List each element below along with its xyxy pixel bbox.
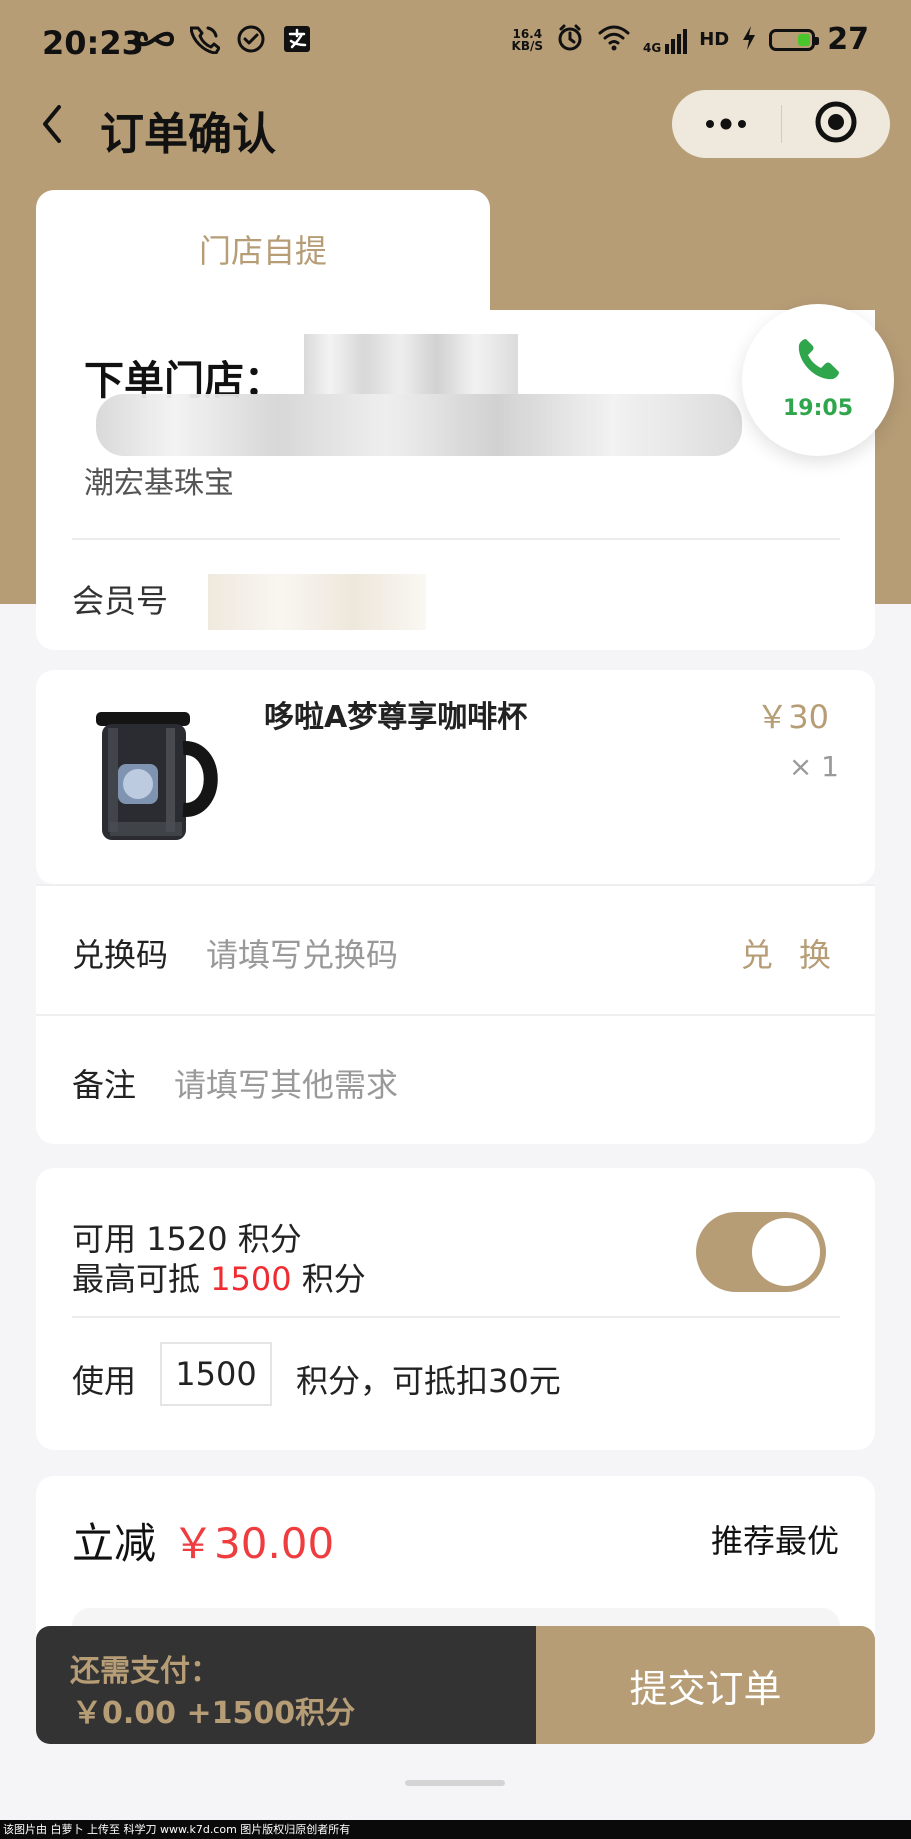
points-divider [72,1316,840,1318]
redacted-store-address-line-1 [304,334,518,394]
tab-store-pickup-label: 门店自提 [198,232,327,270]
target-icon [814,100,858,148]
payment-app-icon [282,24,312,58]
coffee-cup-image [84,706,230,850]
home-indicator[interactable] [405,1780,505,1786]
points-toggle[interactable] [696,1212,826,1292]
redeem-button[interactable]: 兑 换 [741,930,839,976]
battery-fill [798,33,811,46]
call-icon [189,24,221,58]
more-icon [704,115,748,134]
product-quantity: × 1 [788,750,839,783]
max-points-prefix: 最高可抵 [72,1260,201,1298]
network-type: 4G [643,40,662,55]
close-mini-program-button[interactable] [782,90,891,158]
chevron-left-icon [39,103,65,149]
phone-time: 19:05 [782,396,854,421]
page-title: 订单确认 [100,109,276,160]
store-divider [72,538,840,540]
checkout-bar: 还需支付： ￥0.00 +1500积分 提交订单 [36,1626,875,1744]
points-use-suffix: 积分，可抵扣30元 [296,1362,561,1400]
product-price: ￥30 [756,698,829,736]
hd-icon: HD [699,29,730,50]
navigation-bar: 订单确认 [0,88,911,164]
back-button[interactable] [36,102,68,150]
max-points-text: 最高可抵 1500 积分 [72,1254,366,1300]
remark-card [36,1016,875,1144]
battery-icon [769,28,820,51]
recommend-best-button[interactable]: 推荐最优 [711,1516,839,1562]
signal-bar-2 [671,38,676,54]
points-use-label: 使用 [72,1362,137,1400]
payment-amount: ￥0.00 +1500积分 [72,1696,356,1731]
redeem-code-label: 兑换码 [72,936,169,974]
status-left-icons [135,24,312,58]
points-input[interactable]: 1500 [160,1342,272,1406]
discount-label: 立减 [72,1519,157,1568]
remark-input[interactable]: 请填写其他需求 [174,1060,398,1106]
submit-order-button[interactable]: 提交订单 [536,1626,875,1744]
battery-level: 27 [827,22,869,57]
member-label: 会员号 [72,582,169,620]
signal-bar-1 [665,43,670,54]
charging-icon [741,25,757,55]
more-button[interactable] [672,90,781,158]
footer-note: 该图片由 白萝卜 上传至 科学刀 www.k7d.com 图片版权归原创者所有 [0,1820,911,1839]
payment-label: 还需支付： [70,1654,220,1689]
redacted-member-number [208,574,426,630]
alarm-icon [555,23,585,57]
cell-signal: 4G [643,26,688,55]
available-points-prefix: 可用 [72,1220,137,1258]
network-speed-top: 16.4 [512,26,543,41]
infinity-icon [135,28,175,54]
check-circle-icon [236,24,266,58]
max-points-suffix: 积分 [301,1260,366,1298]
network-speed-bottom: KB/S [511,38,544,53]
status-right: 16.4 KB/S 4G HD 27 [512,22,869,57]
mini-program-capsule [672,90,890,158]
status-bar: 20:23 16.4 KB/S 4G HD 27 [0,0,911,90]
product-title: 哆啦A梦尊享咖啡杯 [264,700,528,735]
points-card [36,1168,875,1450]
remark-label: 备注 [72,1066,137,1104]
signal-bar-3 [677,33,682,54]
redeem-code-input[interactable]: 请填写兑换码 [206,930,398,976]
redacted-store-address-line-2 [96,394,742,456]
status-time: 20:23 [42,24,144,62]
max-points-value: 1500 [210,1260,292,1298]
phone-icon [792,334,844,390]
network-speed: 16.4 KB/S [512,28,543,52]
available-points-value: 1520 [146,1220,228,1258]
points-toggle-knob [752,1218,820,1286]
signal-bar-4 [683,28,688,54]
call-store-button[interactable]: 19:05 [742,304,894,456]
payment-summary: 还需支付： ￥0.00 +1500积分 [36,1626,536,1744]
discount-value: ￥30.00 [172,1519,335,1568]
store-name: 潮宏基珠宝 [84,466,234,501]
wifi-icon [597,24,631,56]
available-points-suffix: 积分 [237,1220,302,1258]
